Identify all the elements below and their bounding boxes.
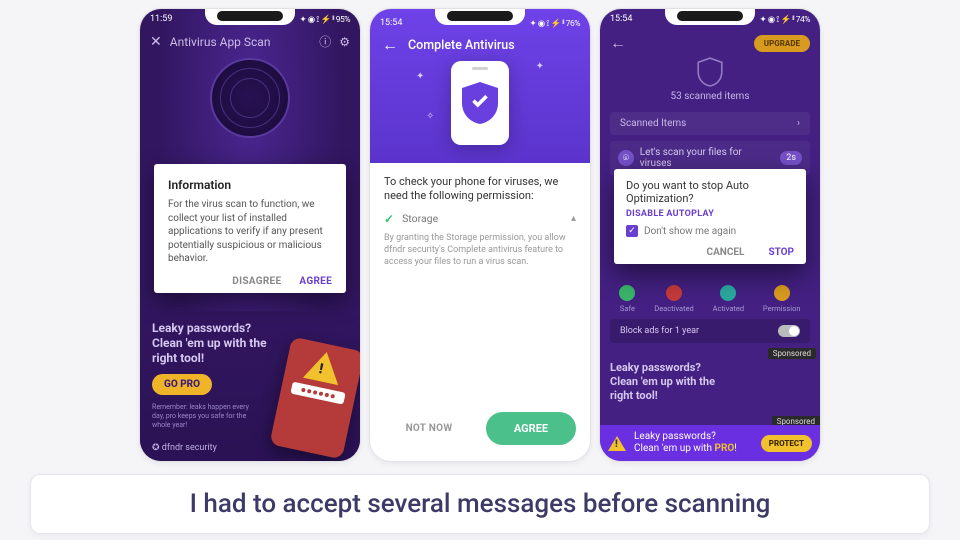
- ad-fineprint: Remember: leaks happen every day, pro ke…: [152, 403, 262, 429]
- footer-actions: NOT NOW AGREE: [370, 400, 590, 461]
- stop-button[interactable]: STOP: [768, 247, 794, 258]
- not-now-button[interactable]: NOT NOW: [384, 413, 474, 444]
- dont-show-checkbox[interactable]: ✓ Don't show me again: [626, 225, 794, 237]
- ad-headline: Leaky passwords? Clean 'em up with the r…: [610, 361, 730, 402]
- disagree-button[interactable]: DISAGREE: [232, 276, 281, 287]
- settings-icon[interactable]: ⚙: [339, 35, 350, 49]
- app-bar: ✕ Antivirus App Scan ⓘ ⚙: [140, 29, 360, 52]
- close-icon[interactable]: ✕: [150, 34, 162, 50]
- permission-row[interactable]: ✓ Storage ▴: [384, 212, 576, 226]
- duration-badge: 2s: [780, 151, 802, 165]
- go-pro-button[interactable]: GO PRO: [152, 374, 212, 395]
- shield-icon: [697, 57, 723, 87]
- app-title: Antivirus App Scan: [170, 35, 271, 49]
- status-time: 11:59: [150, 14, 172, 24]
- notch: [665, 9, 755, 25]
- back-icon[interactable]: ←: [382, 35, 398, 55]
- notch: [435, 9, 525, 25]
- status-battery: ✦ ◉ ⟟ ⚡ ᴵᴵ 95%: [300, 14, 350, 25]
- banner-text: Leaky passwords? Clean 'em up with PRO!: [634, 431, 753, 455]
- status-time: 15:54: [610, 14, 632, 24]
- phone-1: 11:59 ✦ ◉ ⟟ ⚡ ᴵᴵ 95% ✕ Antivirus App Sca…: [139, 8, 361, 462]
- toggle-switch[interactable]: [778, 325, 800, 337]
- disable-autoplay-link[interactable]: DISABLE AUTOPLAY: [626, 209, 794, 219]
- permission-desc: By granting the Storage permission, you …: [384, 232, 576, 268]
- phone-2: 15:54 ✦ ◉ ⟟ ⚡ ᴵᴵ 76% ← Complete Antiviru…: [369, 8, 591, 462]
- sponsored-label: Sponsored: [768, 348, 816, 359]
- hero-section: 15:54 ✦ ◉ ⟟ ⚡ ᴵᴵ 76% ← Complete Antiviru…: [370, 9, 590, 163]
- status-battery: ✦ ◉ ⟟ ⚡ ᴵᴵ 76%: [530, 18, 580, 29]
- feature-dot: [774, 285, 790, 301]
- caret-up-icon: ▴: [571, 213, 576, 224]
- permission-name: Storage: [402, 212, 438, 225]
- caption-text: I had to accept several messages before …: [30, 474, 930, 534]
- cancel-button[interactable]: CANCEL: [707, 247, 745, 258]
- radar-graphic: [210, 58, 290, 138]
- ad-headline: Leaky passwords? Clean 'em up with the r…: [152, 321, 272, 366]
- feature-dot: [720, 285, 736, 301]
- phone-row: 11:59 ✦ ◉ ⟟ ⚡ ᴵᴵ 95% ✕ Antivirus App Sca…: [139, 8, 821, 462]
- app-title: Complete Antivirus: [408, 38, 515, 53]
- hero-phone-graphic: [451, 61, 509, 145]
- feature-dot: [619, 285, 635, 301]
- scan-icon: ⌾: [618, 150, 634, 166]
- notch: [205, 9, 295, 25]
- block-ads-row[interactable]: Block ads for 1 year: [610, 319, 810, 343]
- dialog-body: For the virus scan to function, we colle…: [168, 198, 332, 266]
- status-time: 15:54: [380, 18, 402, 28]
- feature-dot: [666, 285, 682, 301]
- warning-icon: [608, 436, 626, 451]
- promo-ad: Leaky passwords? Clean 'em up with the r…: [140, 311, 360, 461]
- app-bar: ← UPGRADE: [600, 29, 820, 53]
- dialog-question: Do you want to stop Auto Optimization?: [626, 179, 794, 205]
- dialog-title: Information: [168, 178, 332, 192]
- ad-brand: ✪ dfndr security: [152, 443, 217, 453]
- shield-section: 53 scanned items: [600, 57, 820, 102]
- content-section: To check your phone for viruses, we need…: [370, 163, 590, 280]
- feature-status-row: Safe Deactivated Activated Permission: [600, 285, 820, 313]
- info-icon[interactable]: ⓘ: [319, 33, 331, 50]
- permission-dialog: Information For the virus scan to functi…: [154, 164, 346, 293]
- auto-optimization-dialog: Do you want to stop Auto Optimization? D…: [614, 169, 806, 264]
- bottom-banner-ad[interactable]: Leaky passwords? Clean 'em up with PRO! …: [600, 425, 820, 461]
- chevron-right-icon: ›: [797, 118, 800, 129]
- lead-text: To check your phone for viruses, we need…: [384, 175, 576, 204]
- back-icon[interactable]: ←: [610, 33, 626, 53]
- scanned-count: 53 scanned items: [671, 91, 750, 102]
- app-bar: ← Complete Antivirus: [370, 33, 590, 61]
- upgrade-button[interactable]: UPGRADE: [754, 35, 810, 52]
- sparkle-icon: ✧: [426, 111, 434, 122]
- check-icon: ✓: [384, 212, 394, 226]
- agree-button[interactable]: AGREE: [299, 276, 332, 287]
- sparkle-icon: ✦: [416, 71, 424, 82]
- protect-button[interactable]: PROTECT: [761, 435, 812, 452]
- agree-button[interactable]: AGREE: [486, 412, 576, 445]
- checkbox-icon: ✓: [626, 225, 638, 237]
- warning-icon: [303, 348, 344, 385]
- scanned-items-button[interactable]: Scanned Items ›: [610, 112, 810, 135]
- phone-3: 15:54 ✦ ◉ ⟟ ⚡ ᴵᴵ 74% ← UPGRADE 53 scanne…: [599, 8, 821, 462]
- shield-icon: [462, 81, 498, 125]
- status-battery: ✦ ◉ ⟟ ⚡ ᴵᴵ 74%: [760, 14, 810, 25]
- sparkle-icon: ✦: [536, 61, 544, 72]
- ad-phone-graphic: [269, 337, 361, 460]
